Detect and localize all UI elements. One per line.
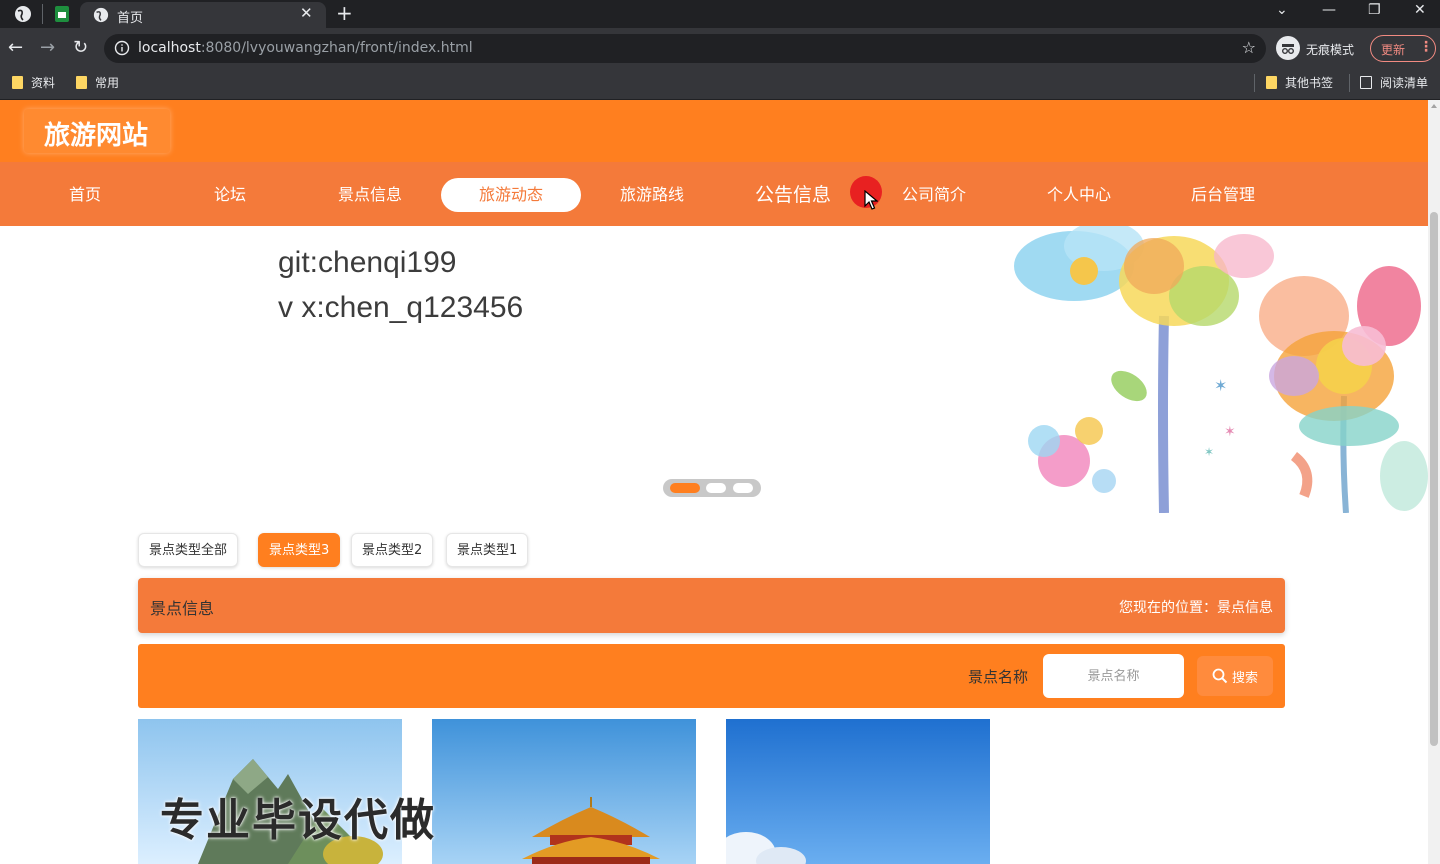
attraction-card-2[interactable]: [432, 719, 696, 864]
filter-all[interactable]: 景点类型全部: [138, 533, 239, 567]
bookmark-label: 资料: [31, 76, 56, 90]
nav-home[interactable]: 首页: [15, 178, 155, 212]
site-header: 旅游网站: [0, 100, 1428, 162]
svg-text:✶: ✶: [1224, 424, 1236, 440]
carousel-dot-2[interactable]: [706, 483, 726, 493]
forward-icon[interactable]: →: [40, 37, 55, 58]
other-bookmarks-label: 其他书签: [1285, 76, 1334, 90]
bookmarks-divider: [1254, 74, 1255, 92]
minimize-icon[interactable]: —: [1322, 2, 1336, 18]
logo-text: 旅游网站: [44, 121, 149, 151]
site-info-icon[interactable]: [114, 40, 130, 56]
banner-line-1: git:chenqi199: [278, 246, 457, 279]
scrollbar-thumb[interactable]: [1430, 212, 1438, 746]
browser-toolbar: ← → ↻ localhost:8080/lvyouwangzhan/front…: [0, 28, 1440, 68]
nav-attractions[interactable]: 景点信息: [300, 178, 440, 212]
tab-title: 首页: [117, 11, 144, 26]
incognito-icon[interactable]: [1276, 36, 1300, 60]
main-nav: 首页 论坛 景点信息 旅游动态 旅游路线 公告信息 公司简介 个人中心 后台管理: [0, 162, 1428, 226]
scroll-up-icon[interactable]: [1431, 104, 1437, 108]
folder-icon: [1266, 76, 1277, 89]
other-bookmarks[interactable]: 其他书签: [1266, 74, 1333, 91]
bookmark-label: 常用: [95, 76, 120, 90]
tab-divider: [42, 4, 43, 24]
sheets-icon[interactable]: [53, 5, 71, 23]
attraction-image-sky: [726, 719, 990, 864]
attraction-card-3[interactable]: [726, 719, 990, 864]
reading-list-icon: [1360, 76, 1372, 89]
nav-admin[interactable]: 后台管理: [1153, 178, 1293, 212]
bookmarks-divider: [1349, 74, 1350, 92]
update-button[interactable]: 更新 ⋮: [1370, 35, 1436, 62]
nav-travel-routes[interactable]: 旅游路线: [582, 178, 722, 212]
tab-search-icon[interactable]: ⌄: [1276, 2, 1288, 18]
svg-text:✶: ✶: [1204, 445, 1214, 459]
restore-icon[interactable]: ❐: [1368, 2, 1381, 18]
browser-tab-strip: 首页 ✕ + ⌄ — ❐ ✕: [0, 0, 1440, 28]
bookmark-folder-0[interactable]: 资料: [12, 74, 55, 91]
close-window-icon[interactable]: ✕: [1414, 2, 1426, 18]
search-label: 景点名称: [968, 668, 1029, 686]
back-icon[interactable]: ←: [8, 37, 23, 58]
nav-forum[interactable]: 论坛: [160, 178, 300, 212]
bookmark-folder-1[interactable]: 常用: [76, 74, 119, 91]
nav-company[interactable]: 公司简介: [864, 178, 1004, 212]
page-scrollbar[interactable]: [1428, 100, 1440, 864]
reload-icon[interactable]: ↻: [73, 37, 88, 58]
bookmarks-bar: 资料 常用 其他书签 阅读清单: [0, 68, 1440, 100]
reading-list-label: 阅读清单: [1380, 76, 1429, 90]
mouse-pointer-icon: [864, 190, 878, 210]
nav-travel-news[interactable]: 旅游动态: [441, 178, 581, 212]
search-icon: [1212, 668, 1228, 684]
url-host: localhost: [138, 40, 201, 56]
url-path: :8080/lvyouwangzhan/front/index.html: [200, 40, 473, 56]
site-logo[interactable]: 旅游网站: [24, 109, 170, 153]
update-label: 更新: [1381, 43, 1406, 57]
menu-dots-icon[interactable]: ⋮: [1419, 39, 1433, 55]
nav-user-center[interactable]: 个人中心: [1009, 178, 1149, 212]
new-tab-icon[interactable]: +: [336, 1, 353, 25]
filter-type-3[interactable]: 景点类型3: [258, 533, 341, 567]
breadcrumb: 您现在的位置：景点信息: [1119, 600, 1273, 616]
carousel-dot-3[interactable]: [733, 483, 753, 493]
reading-list[interactable]: 阅读清单: [1360, 74, 1428, 91]
carousel-indicators: [663, 479, 761, 497]
banner-line-2: v x:chen_q123456: [278, 291, 524, 324]
globe-icon: [93, 7, 109, 23]
svg-text:✶: ✶: [1214, 376, 1227, 395]
incognito-label: 无痕模式: [1306, 43, 1355, 57]
search-button[interactable]: 搜索: [1197, 656, 1273, 696]
bookmark-star-icon[interactable]: ☆: [1242, 38, 1256, 57]
folder-icon: [76, 76, 87, 89]
close-tab-icon[interactable]: ✕: [300, 4, 313, 22]
hero-carousel[interactable]: git:chenqi199 v x:chen_q123456 ✶ ✶ ✶: [0, 226, 1428, 513]
section-title: 景点信息: [150, 599, 215, 618]
address-bar[interactable]: localhost:8080/lvyouwangzhan/front/index…: [104, 34, 1266, 63]
section-header: 景点信息 您现在的位置：景点信息: [138, 578, 1285, 633]
url-text: localhost:8080/lvyouwangzhan/front/index…: [138, 40, 473, 56]
active-tab[interactable]: 首页 ✕: [80, 2, 326, 28]
folder-icon: [12, 76, 23, 89]
watermark-text: 专业毕设代做: [160, 795, 436, 846]
attraction-name-input[interactable]: [1043, 654, 1184, 698]
search-bar: 景点名称 搜索: [138, 644, 1285, 708]
search-button-label: 搜索: [1231, 670, 1258, 686]
flower-illustration: ✶ ✶ ✶: [1004, 226, 1428, 513]
attraction-image-palace: [432, 719, 696, 864]
filter-type-1[interactable]: 景点类型1: [446, 533, 529, 567]
nav-announcements[interactable]: 公告信息: [723, 178, 863, 212]
carousel-dot-1[interactable]: [670, 483, 700, 493]
globe-icon[interactable]: [14, 5, 32, 23]
filter-type-2[interactable]: 景点类型2: [351, 533, 434, 567]
